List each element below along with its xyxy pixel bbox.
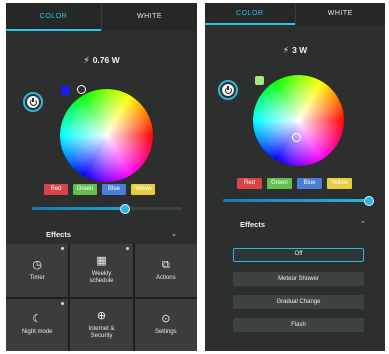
new-badge: [125, 247, 129, 250]
moon-icon: ☾: [32, 313, 43, 326]
preset-green[interactable]: Green: [267, 178, 292, 189]
tile-label: Internet & Security: [88, 325, 115, 339]
settings-tile[interactable]: ⊙ Settings: [134, 298, 197, 351]
timer-tile[interactable]: ◷ Timer: [6, 244, 69, 297]
actions-icon: ⧉: [161, 258, 170, 271]
power-button[interactable]: [218, 80, 238, 100]
tab-color[interactable]: COLOR: [6, 3, 101, 31]
night-mode-tile[interactable]: ☾ Night mode: [6, 298, 69, 351]
tile-label: Timer: [29, 274, 45, 281]
color-wheel[interactable]: [253, 75, 344, 166]
effect-option-gradual-change[interactable]: Gradual Change: [233, 295, 364, 309]
chevron-down-icon: ⌄: [171, 231, 177, 238]
preset-red[interactable]: Red: [237, 178, 262, 189]
right-screen: COLOR WHITE ⚡ 3 W Red Green Blue Yellow E…: [205, 3, 385, 351]
preset-colors: Red Green Blue Yellow: [44, 184, 155, 195]
preset-red[interactable]: Red: [44, 184, 68, 195]
effect-option-off[interactable]: Off: [233, 248, 364, 262]
new-badge: [61, 301, 65, 305]
actions-tile[interactable]: ⧉ Actions: [134, 244, 197, 297]
tile-label: Night mode: [21, 329, 53, 336]
tab-color[interactable]: COLOR: [205, 3, 295, 25]
preset-colors: Red Green Blue Yellow: [237, 178, 352, 189]
brightness-knob[interactable]: [120, 203, 130, 214]
color-picker-marker[interactable]: [77, 85, 86, 94]
color-wheel[interactable]: [60, 89, 153, 182]
new-badge: [61, 247, 65, 250]
color-picker-marker[interactable]: [292, 133, 301, 142]
tile-label: Actions: [155, 274, 176, 281]
preset-yellow[interactable]: Yellow: [131, 184, 155, 195]
feature-grid: ◷ Timer ▦ Weekly schedule ⧉ Actions ☾ Ni…: [6, 244, 197, 351]
brightness-slider[interactable]: [223, 195, 374, 206]
tile-label: Settings: [154, 329, 177, 336]
chevron-up-icon: ⌃: [360, 221, 366, 228]
effects-header[interactable]: Effects ⌄: [46, 227, 181, 243]
clock-icon: ◷: [32, 258, 42, 271]
effects-title: Effects: [46, 230, 72, 239]
power-reading: ⚡ 3 W: [205, 45, 385, 56]
settings-icon: ⊙: [161, 313, 171, 326]
preset-blue[interactable]: Blue: [297, 178, 322, 189]
preset-yellow[interactable]: Yellow: [327, 178, 352, 189]
power-button[interactable]: [23, 92, 43, 112]
power-value: 3 W: [292, 45, 308, 55]
power-reading: ⚡ 0.76 W: [6, 55, 197, 66]
mode-tabs: COLOR WHITE: [6, 3, 197, 31]
effect-option-meteor-shower[interactable]: Meteor Shower: [233, 272, 364, 286]
brightness-knob[interactable]: [363, 195, 374, 206]
effects-title: Effects: [240, 220, 266, 229]
brightness-track: [125, 207, 182, 210]
effect-option-flash[interactable]: Flash: [233, 318, 364, 332]
tile-label: Weekly schedule: [89, 271, 114, 285]
selected-color-swatch[interactable]: [255, 76, 264, 85]
left-screen: COLOR WHITE ⚡ 0.76 W Red Green Blue Yello…: [6, 3, 197, 351]
preset-blue[interactable]: Blue: [102, 184, 126, 195]
brightness-slider[interactable]: [32, 203, 182, 214]
mode-tabs: COLOR WHITE: [205, 3, 385, 25]
globe-icon: ⊕: [96, 309, 107, 322]
power-value: 0.76 W: [92, 55, 120, 65]
tab-white[interactable]: WHITE: [101, 3, 197, 31]
calendar-icon: ▦: [96, 255, 107, 268]
bolt-icon: ⚡: [83, 55, 90, 65]
bolt-icon: ⚡: [282, 45, 290, 55]
effects-header[interactable]: Effects ⌃: [240, 217, 370, 233]
power-icon: [222, 84, 234, 96]
weekly-schedule-tile[interactable]: ▦ Weekly schedule: [70, 244, 133, 297]
tab-white[interactable]: WHITE: [294, 3, 386, 25]
power-icon: [27, 96, 39, 108]
selected-color-swatch[interactable]: [61, 86, 70, 95]
preset-green[interactable]: Green: [73, 184, 97, 195]
internet-security-tile[interactable]: ⊕ Internet & Security: [70, 298, 133, 351]
